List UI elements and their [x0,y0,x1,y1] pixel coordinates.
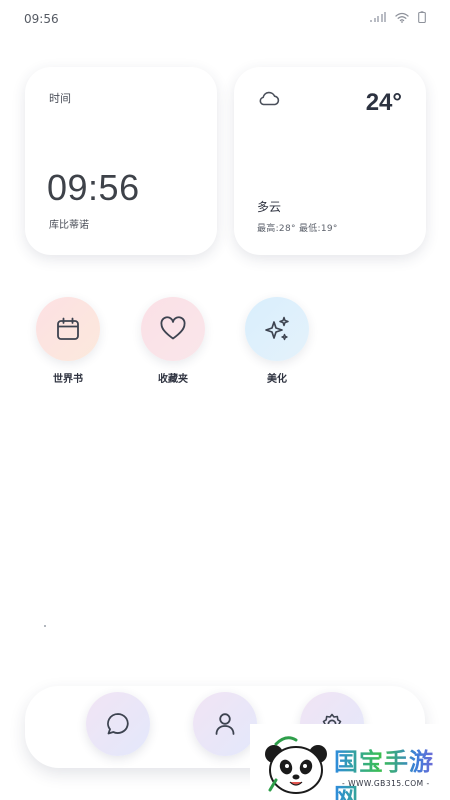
weather-range: 最高:28° 最低:19° [257,224,338,234]
weather-condition: 多云 [257,200,282,214]
app-world-book[interactable]: 世界书 [28,297,108,385]
time-widget-location: 库比蒂诺 [49,220,89,231]
person-icon [215,713,235,735]
app-world-book-label: 世界书 [53,374,83,385]
app-beautify-circle[interactable] [245,297,309,361]
time-widget-label: 时间 [49,92,71,105]
status-bar: 09:56 [0,0,450,38]
time-widget-clock: 09:56 [47,167,140,208]
app-favorites-circle[interactable] [141,297,205,361]
page-dot [44,625,46,627]
wifi-icon [395,12,409,23]
heart-icon [160,316,186,340]
status-time: 09:56 [24,12,59,26]
signal-icon [370,12,386,22]
sparkles-icon [265,316,289,341]
status-icons [370,11,426,23]
app-beautify-label: 美化 [267,374,287,385]
watermark: 国宝手游网 - WWW.GB315.COM - [250,724,450,800]
watermark-url: - WWW.GB315.COM - [342,779,430,788]
dock-chat-button[interactable] [86,692,150,756]
watermark-brand: 国宝手游网 [334,742,450,800]
app-favorites-label: 收藏夹 [158,374,188,385]
weather-widget[interactable]: 24° 多云 最高:28° 最低:19° [234,67,426,255]
weather-temperature: 24° [365,89,402,116]
battery-icon [418,11,426,23]
app-world-book-circle[interactable] [36,297,100,361]
app-favorites[interactable]: 收藏夹 [133,297,213,385]
panda-logo-icon [265,736,327,794]
cloud-icon [259,91,280,106]
chat-bubble-icon [107,713,129,735]
calendar-icon [57,317,79,340]
app-beautify[interactable]: 美化 [237,297,317,385]
time-widget[interactable]: 时间 09:56 库比蒂诺 [25,67,217,255]
dock-profile-button[interactable] [193,692,257,756]
